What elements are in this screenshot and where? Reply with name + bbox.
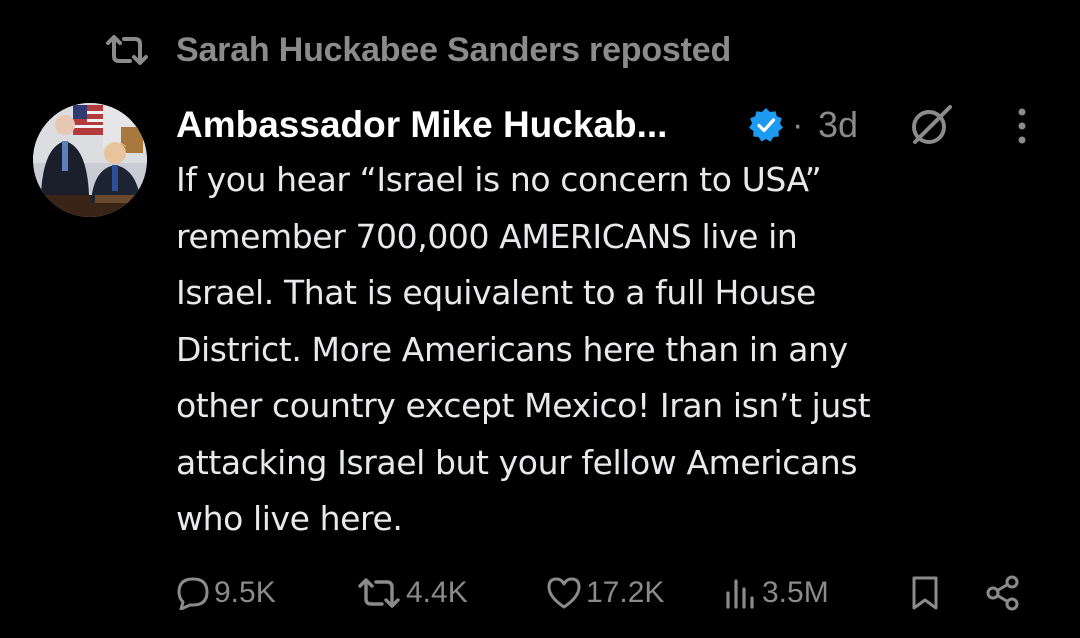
bookmark-button[interactable]	[910, 568, 940, 618]
like-count: 17.2K	[586, 576, 665, 609]
reply-button[interactable]: 9.5K	[176, 568, 276, 618]
reply-icon	[176, 576, 210, 610]
grok-icon[interactable]	[906, 100, 956, 150]
separator-dot: ·	[792, 106, 804, 144]
repost-icon	[104, 34, 150, 66]
repost-label: Sarah Huckabee Sanders reposted	[176, 30, 732, 69]
author-name[interactable]: Ambassador Mike Huckab...	[176, 102, 667, 148]
views-count: 3.5M	[762, 576, 829, 609]
bookmark-icon	[910, 575, 940, 611]
views-chart-icon	[724, 576, 758, 610]
repost-context[interactable]: Sarah Huckabee Sanders reposted	[104, 26, 731, 74]
share-button[interactable]	[984, 568, 1022, 618]
post-header: Ambassador Mike Huckab... · 3d	[176, 102, 1056, 148]
retweet-button[interactable]: 4.4K	[356, 568, 468, 618]
retweet-count: 4.4K	[406, 576, 468, 609]
like-button[interactable]: 17.2K	[546, 568, 664, 618]
share-icon	[984, 574, 1022, 612]
more-options-icon[interactable]	[1010, 104, 1034, 148]
action-bar: 9.5K 4.4K 17.2K 3.5M	[176, 568, 1056, 618]
timestamp[interactable]: 3d	[818, 102, 858, 148]
reply-count: 9.5K	[214, 576, 276, 609]
avatar[interactable]	[33, 103, 147, 217]
verified-badge-icon[interactable]	[748, 107, 784, 143]
retweet-icon	[356, 577, 402, 609]
post-text: If you hear “Israel is no concern to USA…	[176, 160, 871, 538]
views-button[interactable]: 3.5M	[724, 568, 829, 618]
heart-icon	[546, 576, 582, 610]
